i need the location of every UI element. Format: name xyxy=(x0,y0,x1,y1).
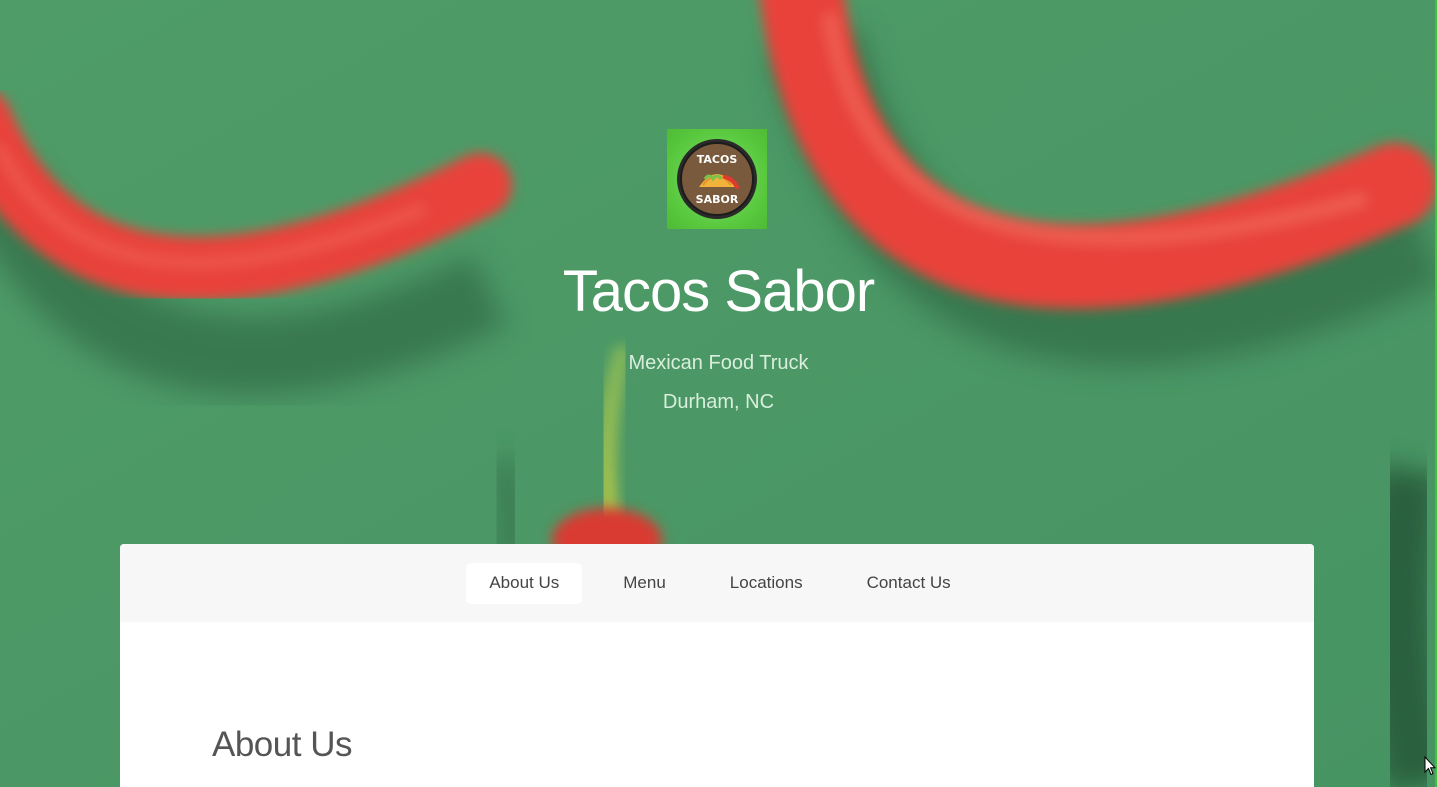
logo-text-top: TACOS xyxy=(697,153,738,166)
section-heading: About Us xyxy=(212,725,352,764)
mouse-pointer-icon xyxy=(1424,756,1436,776)
tacos-sabor-logo[interactable]: TACOS SABOR xyxy=(667,129,767,229)
main-content-panel: About Us Menu Locations Contact Us About… xyxy=(120,544,1314,787)
nav-item-menu[interactable]: Menu xyxy=(600,563,689,604)
nav-item-contact-us[interactable]: Contact Us xyxy=(844,563,974,604)
nav-item-locations[interactable]: Locations xyxy=(707,563,826,604)
logo-text-bottom: SABOR xyxy=(696,193,739,206)
main-navigation: About Us Menu Locations Contact Us xyxy=(120,544,1314,622)
taco-logo-icon: TACOS SABOR xyxy=(677,139,757,219)
site-title: Tacos Sabor xyxy=(562,259,875,324)
nav-item-about-us[interactable]: About Us xyxy=(466,562,583,604)
site-tagline-location: Durham, NC xyxy=(662,391,775,413)
site-tagline-type: Mexican Food Truck xyxy=(628,352,809,374)
